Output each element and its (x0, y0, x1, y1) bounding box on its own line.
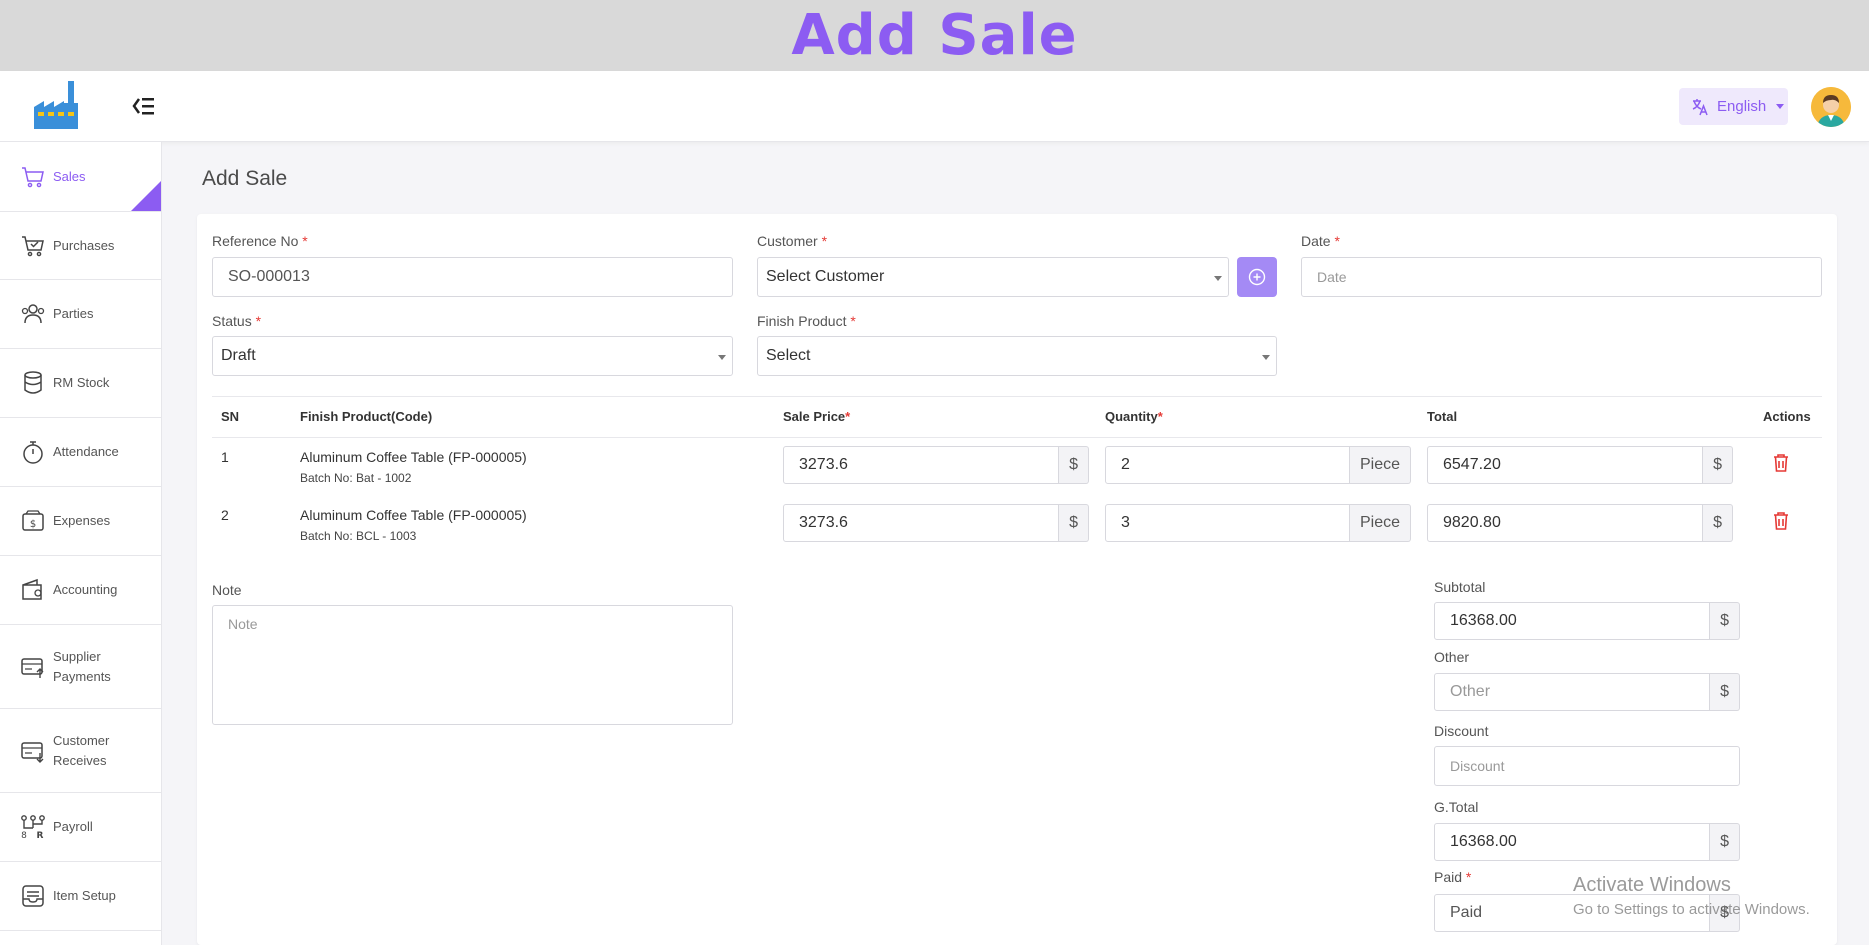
users-icon (21, 304, 45, 324)
sidebar-item-supplier-payments[interactable]: Supplier Payments (0, 625, 161, 709)
status-select[interactable]: Draft (212, 336, 733, 376)
discount-label: Discount (1434, 723, 1489, 739)
sidebar-item-label: Parties (53, 306, 94, 321)
sidebar-item-item-setup[interactable]: Item Setup (0, 862, 161, 931)
sidebar-item-label: Accounting (53, 582, 118, 597)
sidebar-item-label: RM Stock (53, 375, 110, 390)
svg-text:R: R (37, 831, 44, 840)
language-label: English (1717, 98, 1767, 115)
header-quantity: Quantity* (1105, 409, 1163, 424)
reference-label: Reference No * (212, 233, 308, 249)
customer-label: Customer * (757, 233, 828, 249)
finish-product-label: Finish Product * (757, 313, 856, 329)
delete-row-icon[interactable] (1772, 453, 1790, 473)
row-sn: 1 (221, 449, 229, 465)
payroll-icon: 8 R (21, 815, 45, 840)
dollar-note-icon: $ (22, 510, 44, 531)
sidebar-item-label: Customer Receives (53, 732, 110, 768)
date-input[interactable]: Date (1301, 257, 1822, 297)
menu-collapse-icon[interactable] (132, 95, 156, 117)
header-actions: Actions (1763, 409, 1811, 424)
dropdown-arrow-icon (1214, 276, 1222, 281)
row-price-input[interactable]: 3273.6 $ (783, 504, 1089, 542)
payment-in-icon (21, 741, 44, 763)
gtotal-label: G.Total (1434, 799, 1479, 815)
cart-icon (22, 166, 44, 187)
chevron-down-icon (1776, 104, 1785, 109)
sidebar-item-purchases[interactable]: Purchases (0, 211, 161, 280)
stopwatch-icon (23, 441, 43, 464)
sidebar-item-accounting[interactable]: Accounting (0, 556, 161, 625)
plus-circle-icon (1248, 268, 1266, 286)
purchase-cart-icon (22, 235, 44, 256)
customer-select[interactable]: Select Customer (757, 257, 1229, 297)
row-total-input[interactable]: 9820.80 $ (1427, 504, 1733, 542)
row-batch: Batch No: BCL - 1003 (300, 529, 417, 543)
row-product: Aluminum Coffee Table (FP-000005) Batch … (300, 507, 527, 543)
products-table-header: SN Finish Product(Code) Sale Price* Quan… (212, 396, 1822, 438)
finish-product-select[interactable]: Select (757, 336, 1277, 376)
sidebar-item-label: Expenses (53, 513, 111, 528)
header-sn: SN (221, 409, 240, 424)
sidebar-item-sales[interactable]: Sales (0, 142, 161, 211)
note-label: Note (212, 582, 242, 598)
factory-logo-icon[interactable] (34, 81, 82, 131)
sidebar-item-label: Supplier Payments (53, 648, 111, 684)
add-customer-button[interactable] (1237, 257, 1277, 297)
wallet-icon (22, 578, 42, 600)
row-price-input[interactable]: 3273.6 $ (783, 446, 1089, 484)
banner-title: Add Sale (791, 3, 1078, 68)
gtotal-input[interactable]: 16368.00 $ (1434, 823, 1740, 861)
page-title: Add Sale (202, 167, 288, 190)
row-quantity-input[interactable]: 3 Piece (1105, 504, 1411, 542)
dropdown-arrow-icon (718, 355, 726, 360)
sidebar-item-attendance[interactable]: Attendance (0, 418, 161, 487)
sidebar-item-label: Sales (53, 168, 86, 184)
user-avatar[interactable] (1811, 87, 1851, 127)
row-sn: 2 (221, 507, 229, 523)
sidebar-item-rm-stock[interactable]: RM Stock (0, 349, 161, 418)
reference-input[interactable]: SO-000013 (212, 257, 733, 297)
header-total: Total (1427, 409, 1458, 424)
sidebar-item-label: Purchases (53, 237, 115, 253)
subtotal-label: Subtotal (1434, 579, 1486, 595)
translate-icon (1692, 98, 1708, 115)
row-total-input[interactable]: 6547.20 $ (1427, 446, 1733, 484)
sidebar-item-label: Attendance (53, 444, 119, 459)
sidebar-item-customer-receives[interactable]: Customer Receives (0, 709, 161, 793)
dropdown-arrow-icon (1262, 355, 1270, 360)
windows-activation-watermark: Activate Windows Go to Settings to activ… (1573, 874, 1810, 918)
language-dropdown[interactable]: English (1679, 88, 1788, 125)
header-product: Finish Product(Code) (300, 409, 433, 424)
page-banner: Add Sale (0, 0, 1869, 71)
date-label: Date * (1301, 233, 1340, 249)
row-batch: Batch No: Bat - 1002 (300, 471, 412, 485)
sidebar-item-label: Payroll (53, 819, 93, 834)
other-input[interactable]: Other $ (1434, 673, 1740, 711)
row-product: Aluminum Coffee Table (FP-000005) Batch … (300, 449, 527, 485)
discount-input[interactable]: Discount (1434, 746, 1740, 786)
svg-text:8: 8 (21, 831, 27, 840)
row-quantity-input[interactable]: 2 Piece (1105, 446, 1411, 484)
inbox-icon (22, 885, 44, 907)
subtotal-input[interactable]: 16368.00 $ (1434, 602, 1740, 640)
sidebar-item-payroll[interactable]: 8 R Payroll (0, 793, 161, 862)
paid-label: Paid * (1434, 869, 1472, 885)
other-label: Other (1434, 649, 1470, 665)
sidebar-item-expenses[interactable]: $ Expenses (0, 487, 161, 556)
svg-text:$: $ (30, 519, 36, 530)
top-navbar: English (0, 71, 1869, 142)
status-label: Status * (212, 313, 262, 329)
sidebar-item-label: Item Setup (53, 888, 116, 903)
payment-out-icon (21, 657, 44, 678)
sidebar-item-parties[interactable]: Parties (0, 280, 161, 349)
note-textarea[interactable]: Note (212, 605, 733, 725)
header-sale-price: Sale Price* (783, 409, 851, 424)
sidebar: Sales Purchases Parties RM Stock Attenda… (0, 142, 162, 945)
delete-row-icon[interactable] (1772, 511, 1790, 531)
database-icon (24, 371, 42, 394)
active-indicator (131, 181, 161, 211)
